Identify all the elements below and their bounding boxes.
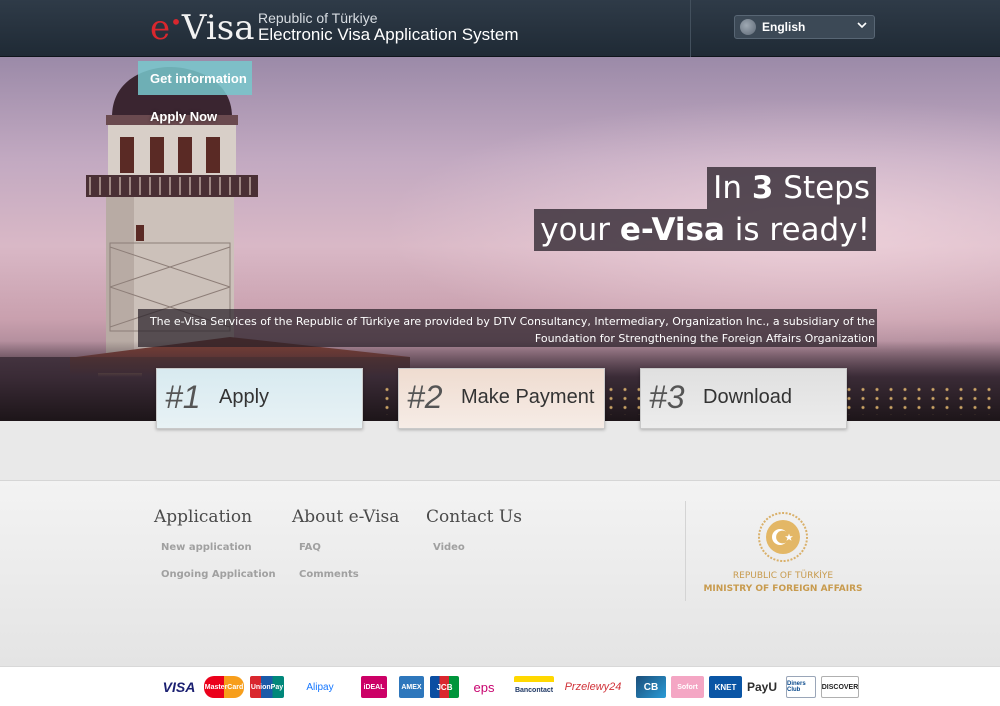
headline-2-brand: e-Visa bbox=[619, 212, 725, 248]
get-information-link[interactable]: Get information bbox=[138, 61, 252, 95]
footer-heading-about: About e-Visa bbox=[292, 507, 400, 527]
header-title: Electronic Visa Application System bbox=[258, 25, 519, 44]
faq-link[interactable]: FAQ bbox=[299, 542, 321, 553]
video-link[interactable]: Video bbox=[433, 542, 465, 553]
header-subtitle: Republic of Türkiye bbox=[258, 10, 378, 26]
diners-club-logo: Diners Club bbox=[786, 676, 816, 698]
step-label: Download bbox=[703, 386, 792, 408]
payment-methods-strip: VISA MasterCard UnionPay Alipay iDEAL AM… bbox=[0, 666, 1000, 706]
chevron-down-icon bbox=[857, 22, 867, 29]
evisa-logo[interactable]: e•Visa bbox=[150, 8, 254, 48]
footer-heading-contact: Contact Us bbox=[426, 507, 522, 527]
alipay-logo: Alipay bbox=[306, 681, 334, 693]
step-make-payment-card[interactable]: #2 Make Payment bbox=[398, 368, 605, 429]
step-number: #3 bbox=[649, 379, 685, 415]
headline-1-pre: In bbox=[713, 170, 752, 206]
unionpay-logo: UnionPay bbox=[250, 676, 284, 698]
notice-line-1: The e-Visa Services of the Republic of T… bbox=[149, 315, 875, 328]
logo-dot: • bbox=[170, 10, 182, 34]
globe-icon bbox=[740, 19, 756, 35]
language-label: English bbox=[762, 20, 806, 34]
eps-logo: eps bbox=[473, 679, 495, 695]
content-band bbox=[0, 421, 1000, 481]
bancontact-logo: Bancontact bbox=[514, 676, 554, 698]
ministry-line-1: REPUBLIC OF TÜRKİYE bbox=[732, 571, 834, 581]
comments-link[interactable]: Comments bbox=[299, 569, 359, 580]
cb-logo: CB bbox=[636, 676, 666, 698]
header-divider bbox=[690, 0, 691, 57]
discover-logo: DISCOVER bbox=[821, 676, 859, 698]
step-download-card[interactable]: #3 Download bbox=[640, 368, 847, 429]
header: e•Visa Republic of Türkiye Electronic Vi… bbox=[0, 0, 1000, 57]
step-label: Apply bbox=[219, 386, 270, 408]
footer: Application New application Ongoing Appl… bbox=[0, 481, 1000, 666]
mastercard-logo: MasterCard bbox=[204, 676, 244, 698]
headline-line-2: your e-Visa is ready! bbox=[534, 209, 876, 251]
hero-banner: Get information Apply Now In 3 Steps you… bbox=[0, 57, 1000, 421]
headline-2-pre: your bbox=[540, 212, 620, 248]
step-number: #1 bbox=[165, 379, 201, 415]
apply-now-link[interactable]: Apply Now bbox=[138, 109, 217, 124]
ministry-line-2: MINISTRY OF FOREIGN AFFAIRS bbox=[703, 584, 863, 594]
new-application-link[interactable]: New application bbox=[161, 542, 252, 553]
step-number: #2 bbox=[407, 379, 443, 415]
amex-logo: AMEX bbox=[399, 676, 424, 698]
logo-visa: Visa bbox=[181, 8, 255, 48]
visa-logo: VISA bbox=[162, 679, 196, 695]
przelewy24-logo: Przelewy24 bbox=[564, 681, 622, 693]
sofort-logo: Sofort bbox=[671, 676, 704, 698]
headline-1-number: 3 bbox=[751, 170, 774, 206]
ideal-logo: iDEAL bbox=[361, 676, 387, 698]
footer-heading-application: Application bbox=[154, 507, 253, 527]
headline-2-post: is ready! bbox=[724, 212, 870, 248]
jcb-logo: JCB bbox=[430, 676, 459, 698]
step-label: Make Payment bbox=[461, 386, 595, 408]
knet-logo: KNET bbox=[709, 676, 742, 698]
provider-notice: The e-Visa Services of the Republic of T… bbox=[138, 309, 877, 347]
payu-logo: PayU bbox=[746, 680, 778, 694]
ongoing-application-link[interactable]: Ongoing Application bbox=[161, 569, 276, 580]
headline-line-1: In 3 Steps bbox=[707, 167, 876, 209]
language-select[interactable]: English bbox=[734, 15, 875, 39]
notice-line-2: Foundation for Strengthening the Foreign… bbox=[534, 332, 875, 345]
ministry-seal-icon bbox=[758, 512, 808, 562]
logo-e: e bbox=[150, 8, 171, 48]
headline-1-post: Steps bbox=[773, 170, 870, 206]
step-apply-card[interactable]: #1 Apply bbox=[156, 368, 363, 429]
